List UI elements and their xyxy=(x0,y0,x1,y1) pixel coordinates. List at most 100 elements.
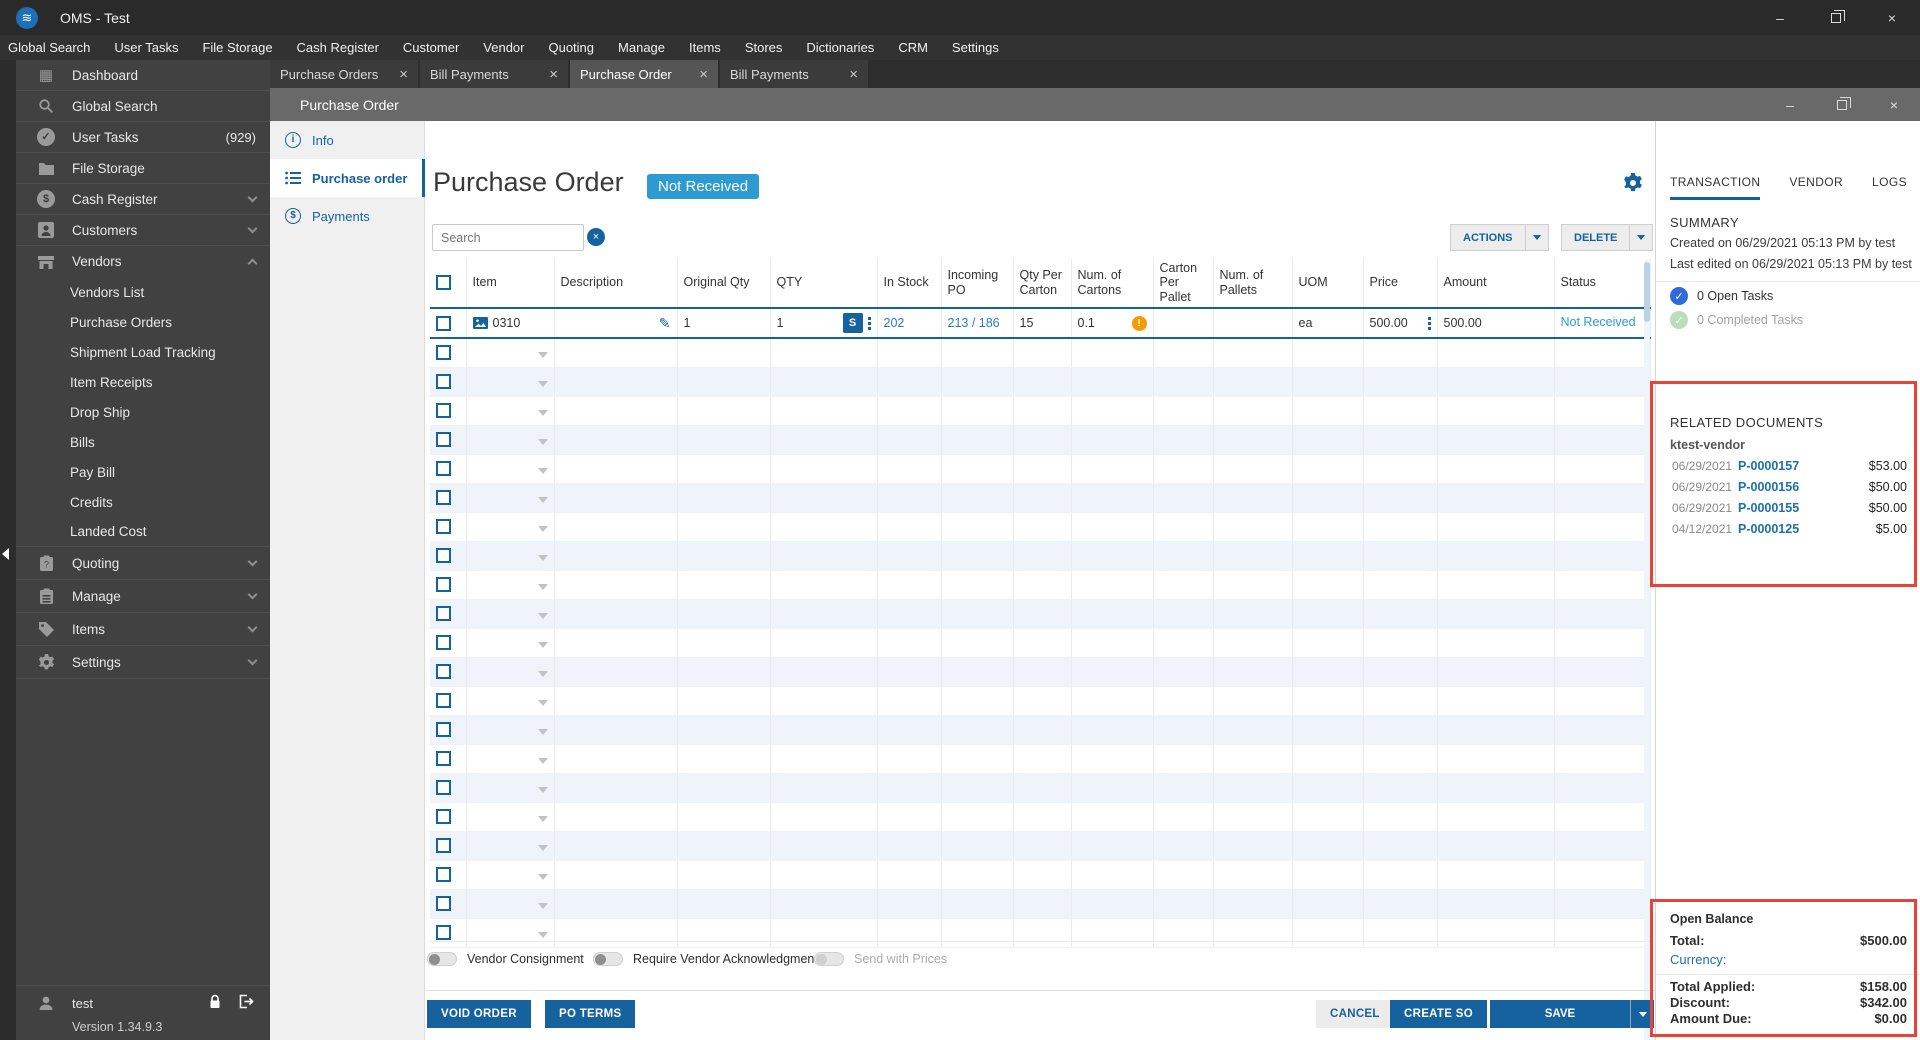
sidebar-item-quoting[interactable]: ? Quoting xyxy=(16,547,270,580)
menu-vendor[interactable]: Vendor xyxy=(483,40,524,55)
item-dropdown-icon[interactable] xyxy=(537,671,548,678)
vendor-consignment-toggle[interactable]: Vendor Consignment xyxy=(427,952,584,966)
empty-table-row[interactable] xyxy=(430,860,1651,890)
empty-table-row[interactable] xyxy=(430,918,1651,948)
row-checkbox[interactable] xyxy=(436,664,451,680)
row-checkbox[interactable] xyxy=(436,432,451,448)
item-dropdown-icon[interactable] xyxy=(537,439,548,446)
row-checkbox[interactable] xyxy=(436,374,451,390)
item-cell[interactable] xyxy=(466,570,555,600)
save-dropdown-button[interactable] xyxy=(1630,1000,1654,1028)
qty-cell[interactable]: 1S xyxy=(770,308,878,340)
tab-vendor[interactable]: VENDOR xyxy=(1789,166,1843,200)
row-checkbox[interactable] xyxy=(436,896,451,912)
scrollbar-thumb[interactable] xyxy=(1644,262,1650,322)
price-cell[interactable]: 500.00 xyxy=(1363,308,1438,340)
sidebar-collapse-strip[interactable] xyxy=(0,60,16,1040)
menu-settings[interactable]: Settings xyxy=(952,40,999,55)
row-checkbox[interactable] xyxy=(436,809,451,825)
delete-dropdown-button[interactable] xyxy=(1629,224,1652,251)
close-icon[interactable]: × xyxy=(849,66,858,83)
row-checkbox[interactable] xyxy=(436,635,451,651)
qty-per-carton-cell[interactable]: 15 xyxy=(1013,308,1072,340)
restore-button[interactable] xyxy=(1808,0,1864,35)
empty-table-row[interactable] xyxy=(430,657,1651,687)
nav-item-payments[interactable]: $ Payments xyxy=(270,197,424,235)
row-checkbox[interactable] xyxy=(436,519,451,535)
carton-per-pallet-cell[interactable] xyxy=(1153,308,1214,340)
logout-icon[interactable] xyxy=(238,994,254,1012)
tab-bill-payments-1[interactable]: Bill Payments × xyxy=(420,60,568,88)
empty-table-row[interactable] xyxy=(430,483,1651,513)
nav-item-info[interactable]: i Info xyxy=(270,121,424,159)
num-of-cartons-cell[interactable]: 0.1! xyxy=(1071,308,1154,340)
item-dropdown-icon[interactable] xyxy=(537,816,548,823)
select-all-checkbox[interactable] xyxy=(436,275,451,291)
menu-global-search[interactable]: Global Search xyxy=(8,40,90,55)
table-scrollbar[interactable] xyxy=(1644,260,1650,1040)
item-cell[interactable] xyxy=(466,425,555,455)
item-cell[interactable] xyxy=(466,744,555,774)
sidebar-item-items[interactable]: Items xyxy=(16,613,270,646)
table-settings-gear-icon[interactable] xyxy=(1623,173,1643,193)
cancel-button[interactable]: CANCEL xyxy=(1316,1000,1394,1028)
sidebar-item-cash-register[interactable]: $ Cash Register xyxy=(16,184,270,215)
empty-table-row[interactable] xyxy=(430,773,1651,803)
close-button[interactable]: × xyxy=(1864,0,1920,35)
doc-number-link[interactable]: P-0000155 xyxy=(1738,501,1799,515)
row-checkbox[interactable] xyxy=(436,751,451,767)
description-cell[interactable]: ✎ xyxy=(554,308,678,340)
row-checkbox[interactable] xyxy=(436,693,451,709)
close-icon[interactable]: × xyxy=(699,66,708,83)
inner-close-button[interactable]: × xyxy=(1868,88,1920,121)
empty-table-row[interactable] xyxy=(430,396,1651,426)
tab-bill-payments-2[interactable]: Bill Payments × xyxy=(720,60,868,88)
tab-purchase-orders[interactable]: Purchase Orders × xyxy=(270,60,418,88)
nav-item-purchase-order[interactable]: Purchase order xyxy=(270,159,425,197)
item-cell[interactable] xyxy=(466,483,555,513)
search-input[interactable] xyxy=(441,230,575,245)
item-dropdown-icon[interactable] xyxy=(537,497,548,504)
in-stock-link[interactable]: 202 xyxy=(877,308,942,340)
num-of-pallets-cell[interactable] xyxy=(1213,308,1293,340)
sidebar-item-purchase-orders[interactable]: Purchase Orders xyxy=(16,307,270,337)
row-checkbox[interactable] xyxy=(436,403,451,419)
item-dropdown-icon[interactable] xyxy=(537,758,548,765)
incoming-po-link[interactable]: 213 / 186 xyxy=(941,308,1014,340)
sidebar-item-landed-cost[interactable]: Landed Cost xyxy=(16,517,270,547)
item-cell[interactable] xyxy=(466,715,555,745)
item-cell[interactable] xyxy=(466,628,555,658)
item-dropdown-icon[interactable] xyxy=(537,932,548,939)
menu-stores[interactable]: Stores xyxy=(745,40,783,55)
item-cell[interactable] xyxy=(466,367,555,397)
menu-customer[interactable]: Customer xyxy=(403,40,459,55)
require-vendor-acknowledgment-toggle[interactable]: Require Vendor Acknowledgment xyxy=(593,952,818,966)
empty-table-row[interactable] xyxy=(430,512,1651,542)
item-dropdown-icon[interactable] xyxy=(537,903,548,910)
empty-table-row[interactable] xyxy=(430,686,1651,716)
void-order-button[interactable]: VOID ORDER xyxy=(427,1000,531,1028)
row-checkbox[interactable] xyxy=(436,780,451,796)
menu-crm[interactable]: CRM xyxy=(898,40,928,55)
delete-button[interactable]: DELETE xyxy=(1561,224,1654,251)
kebab-menu-icon[interactable] xyxy=(1427,316,1431,330)
item-dropdown-icon[interactable] xyxy=(537,642,548,649)
menu-items[interactable]: Items xyxy=(689,40,721,55)
row-checkbox[interactable] xyxy=(436,606,451,622)
doc-number-link[interactable]: P-0000156 xyxy=(1738,480,1799,494)
toggle-switch[interactable] xyxy=(593,952,623,966)
amount-cell[interactable]: 500.00 xyxy=(1437,308,1555,340)
doc-number-link[interactable]: P-0000157 xyxy=(1738,459,1799,473)
open-tasks-row[interactable]: ✓ 0 Open Tasks xyxy=(1670,287,1773,305)
tab-transaction[interactable]: TRANSACTION xyxy=(1670,166,1761,200)
item-cell[interactable] xyxy=(466,860,555,890)
sidebar-item-vendors-list[interactable]: Vendors List xyxy=(16,277,270,307)
row-checkbox[interactable] xyxy=(436,925,451,941)
close-icon[interactable]: × xyxy=(549,66,558,83)
item-dropdown-icon[interactable] xyxy=(537,468,548,475)
row-checkbox[interactable] xyxy=(436,722,451,738)
item-cell[interactable] xyxy=(466,889,555,919)
row-checkbox[interactable] xyxy=(436,490,451,506)
sidebar-item-settings[interactable]: Settings xyxy=(16,646,270,679)
actions-button[interactable]: ACTIONS xyxy=(1450,224,1549,251)
